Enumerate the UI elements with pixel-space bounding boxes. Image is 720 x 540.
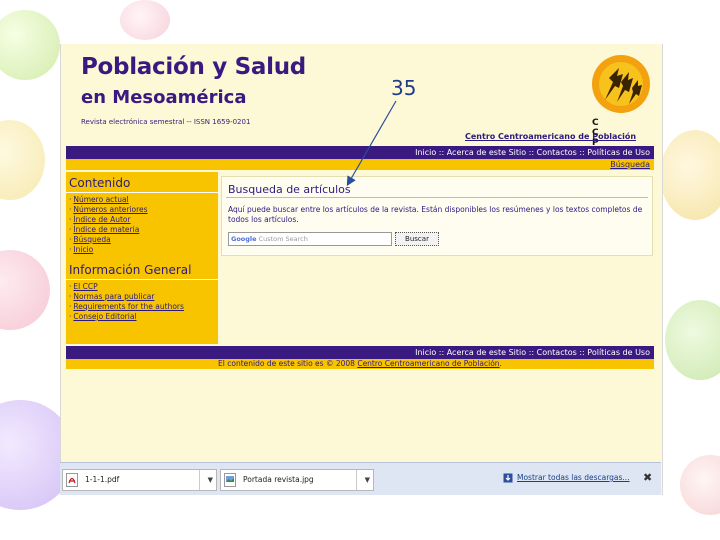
close-icon[interactable]: ✖ <box>643 471 652 484</box>
search-panel: Busqueda de artículos Aquí puede buscar … <box>221 176 653 256</box>
sidebar-section-info: Información General <box>66 259 218 280</box>
search-strip: Búsqueda <box>66 159 654 170</box>
nav-separator: :: <box>436 348 447 357</box>
decorative-bubble <box>660 130 720 220</box>
nav-separator: :: <box>436 148 447 157</box>
sidebar: Contenido · Número actual · Números anteri… <box>66 172 218 344</box>
divider <box>356 470 357 490</box>
google-logo: Google <box>231 235 257 243</box>
pdf-icon <box>66 473 78 487</box>
sidebar-item[interactable]: · Consejo Editorial <box>69 312 215 322</box>
nav-inicio[interactable]: Inicio <box>415 148 436 157</box>
org-name-link[interactable]: Centro Centroamericano de Población <box>465 132 636 141</box>
nav-acerca[interactable]: Acerca de este Sitio <box>447 348 526 357</box>
divider <box>199 470 200 490</box>
search-input[interactable]: Google Custom Search <box>228 232 392 246</box>
download-filename: Portada revista.jpg <box>243 475 314 484</box>
download-bar: 1-1-1.pdf ▼ Portada revista.jpg ▼ Mostra… <box>60 462 661 495</box>
nav-inicio[interactable]: Inicio <box>415 348 436 357</box>
ccp-logo-icon <box>592 55 650 113</box>
sidebar-list-contenido: · Número actual · Números anteriores · Índi… <box>66 193 218 259</box>
site-subtitle: Revista electrónica semestral -- ISSN 16… <box>81 118 251 126</box>
sidebar-item[interactable]: · Números anteriores <box>69 205 215 215</box>
panel-title: Busqueda de artículos <box>228 183 351 196</box>
nav-separator: :: <box>526 148 537 157</box>
slide-number: 35 <box>391 76 417 100</box>
download-filename: 1-1-1.pdf <box>85 475 120 484</box>
sidebar-section-contenido: Contenido <box>66 172 218 193</box>
sidebar-item[interactable]: · Índice de materia <box>69 225 215 235</box>
site-title-line2: en Mesoamérica <box>81 87 247 108</box>
decorative-bubble <box>680 455 720 515</box>
show-all-downloads-link[interactable]: Mostrar todas las descargas... <box>517 473 630 482</box>
sidebar-item[interactable]: · El CCP <box>69 282 215 292</box>
browser-viewport: Población y Salud en Mesoamérica Revista… <box>60 44 663 495</box>
image-file-icon <box>224 473 236 487</box>
nav-separator: :: <box>576 148 588 157</box>
sidebar-item[interactable]: · Requirements for the authors <box>69 302 215 312</box>
site-header: Población y Salud en Mesoamérica Revista… <box>61 44 662 148</box>
sidebar-item[interactable]: · Inicio <box>69 245 215 255</box>
sidebar-list-info: · El CCP · Normas para publicar · Requireme… <box>66 280 218 326</box>
top-navbar: Inicio :: Acerca de este Sitio :: Contac… <box>66 146 654 159</box>
nav-contactos[interactable]: Contactos <box>537 348 577 357</box>
footer-org-link[interactable]: Centro Centroamericano de Población <box>357 359 499 368</box>
nav-busqueda-link[interactable]: Búsqueda <box>610 160 654 169</box>
decorative-bubble <box>665 300 720 380</box>
sidebar-item[interactable]: · Índice de Autor <box>69 215 215 225</box>
download-item[interactable]: Portada revista.jpg ▼ <box>220 469 374 491</box>
footer-text: El contenido de este sitio es © 2008 <box>218 359 358 368</box>
site-footer: El contenido de este sitio es © 2008 Cen… <box>66 359 654 369</box>
footer-suffix: . <box>499 359 502 368</box>
nav-acerca[interactable]: Acerca de este Sitio <box>447 148 526 157</box>
chevron-down-icon[interactable]: ▼ <box>365 470 370 490</box>
decorative-bubble <box>0 120 45 200</box>
chevron-down-icon[interactable]: ▼ <box>208 470 213 490</box>
nav-separator: :: <box>526 348 537 357</box>
sidebar-item[interactable]: · Normas para publicar <box>69 292 215 302</box>
bottom-navbar: Inicio :: Acerca de este Sitio :: Contac… <box>66 346 654 359</box>
search-button[interactable]: Buscar <box>395 232 439 246</box>
panel-description: Aquí puede buscar entre los artículos de… <box>228 205 643 224</box>
decorative-bubble <box>0 10 60 80</box>
search-placeholder: Custom Search <box>258 235 308 243</box>
decorative-bubble <box>0 250 50 330</box>
download-item[interactable]: 1-1-1.pdf ▼ <box>62 469 217 491</box>
sidebar-item[interactable]: · Búsqueda <box>69 235 215 245</box>
decorative-bubble <box>120 0 170 40</box>
nav-politicas[interactable]: Políticas de Uso <box>587 148 650 157</box>
downloads-icon <box>503 473 513 483</box>
nav-contactos[interactable]: Contactos <box>537 148 577 157</box>
nav-separator: :: <box>576 348 588 357</box>
panel-divider <box>226 197 648 198</box>
site-title: Población y Salud <box>81 54 306 80</box>
nav-politicas[interactable]: Políticas de Uso <box>587 348 650 357</box>
sidebar-item[interactable]: · Número actual <box>69 195 215 205</box>
